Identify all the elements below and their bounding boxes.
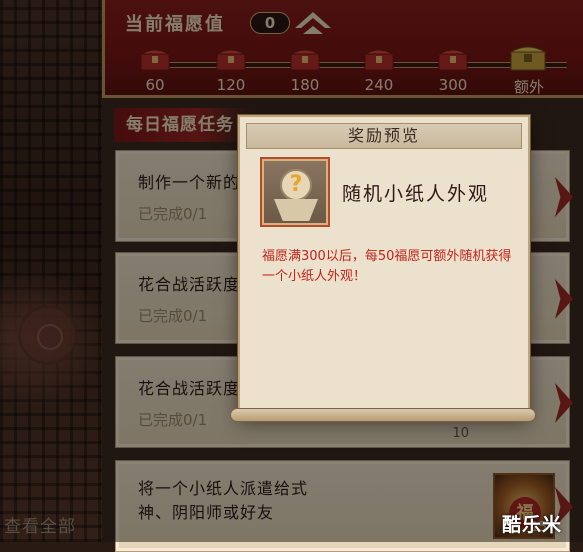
question-mark-icon: ?: [280, 169, 312, 201]
popup-title: 奖励预览: [347, 126, 420, 145]
reward-icon: ?: [260, 157, 330, 227]
scroll-roll-decoration: [230, 408, 536, 422]
reward-description: 福愿满300以后，每50福愿可额外随机获得一个小纸人外观！: [262, 249, 512, 284]
watermark: 酷乐米: [502, 514, 563, 536]
paper-doll-silhouette-icon: [274, 199, 318, 221]
reward-preview-popup: 奖励预览 ? 随机小纸人外观 福愿满300以后，每50福愿可额外随机获得一个小纸…: [238, 115, 530, 417]
popup-title-bar: 奖励预览: [246, 123, 522, 149]
reward-name: 随机小纸人外观: [342, 183, 490, 205]
